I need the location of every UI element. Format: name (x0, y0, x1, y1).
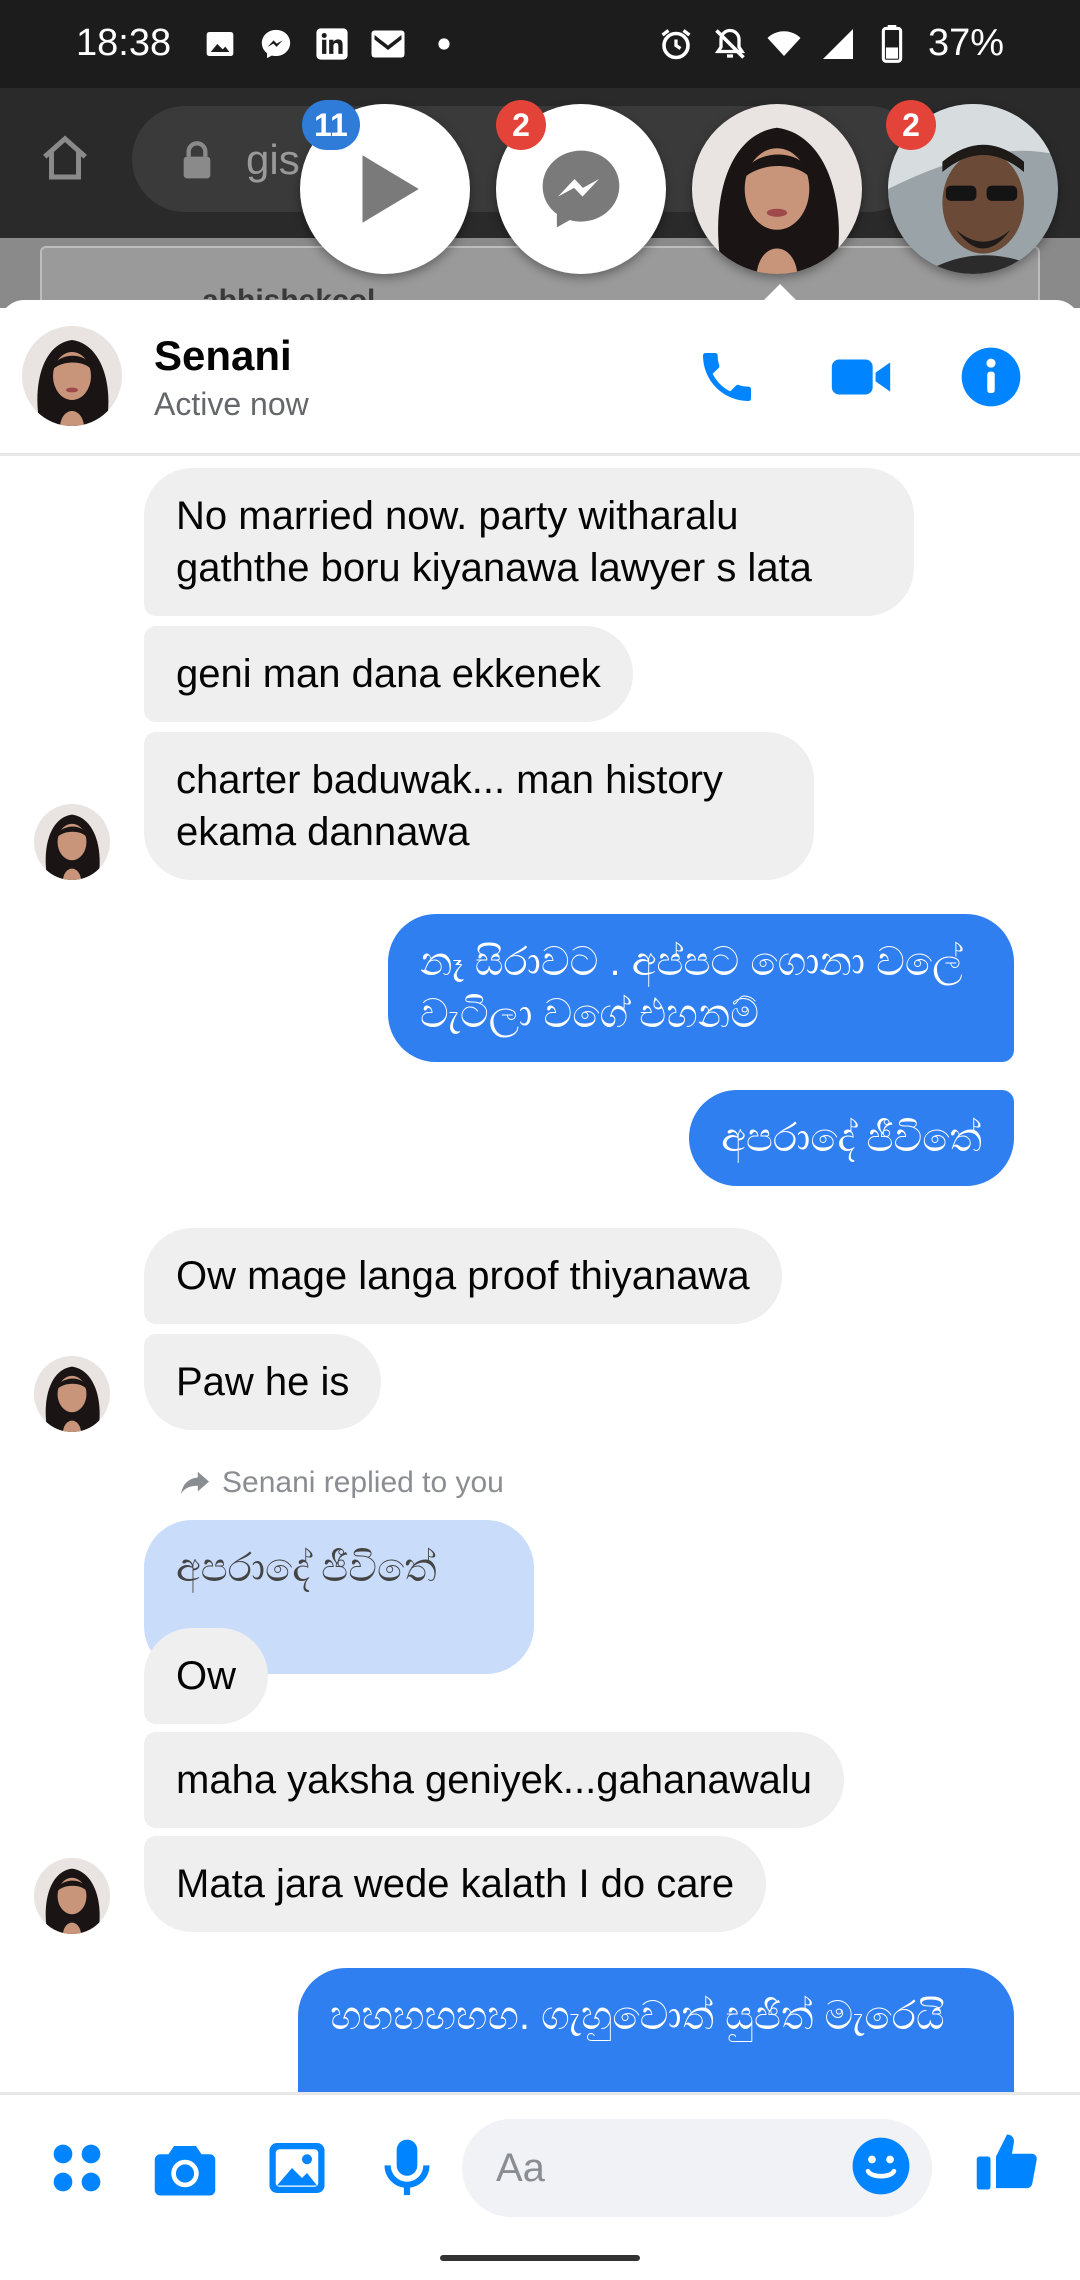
reply-indicator: Senani replied to you (178, 1466, 504, 1500)
reply-indicator-text: Senani replied to you (222, 1466, 504, 1499)
navigation-handle[interactable] (440, 2255, 640, 2261)
home-icon[interactable] (38, 132, 92, 191)
notification-icons (202, 26, 462, 62)
battery-percent: 37% (927, 22, 1004, 64)
chat-head-badge: 2 (496, 100, 546, 150)
message-incoming[interactable]: charter baduwak... man history ekama dan… (144, 732, 814, 880)
avatar[interactable] (34, 1356, 110, 1432)
phone-icon (703, 353, 751, 401)
gallery-button[interactable] (264, 2135, 330, 2201)
chat-head-video[interactable]: 11 (300, 100, 470, 274)
chat-head-badge: 11 (302, 100, 360, 150)
linkedin-icon (314, 26, 350, 62)
system-icons: 37% (658, 22, 1004, 65)
composer (0, 2092, 1080, 2234)
more-actions-button[interactable] (44, 2135, 110, 2201)
message-incoming[interactable]: Mata jara wede kalath I do care (144, 1836, 767, 1932)
message-incoming[interactable]: Paw he is (144, 1334, 382, 1430)
message-incoming[interactable]: maha yaksha geniyek...gahanawalu (144, 1732, 844, 1828)
chat-head-senani[interactable] (692, 104, 862, 274)
url-text: gis (246, 136, 300, 183)
message-incoming[interactable]: Ow mage langa proof thiyanawa (144, 1228, 782, 1324)
avatar[interactable] (34, 1858, 110, 1934)
chat-head-messenger[interactable]: 2 (496, 100, 666, 274)
message-incoming[interactable]: No married now. party witharalu gaththe … (144, 468, 914, 616)
video-camera-icon (831, 359, 891, 395)
mute-icon (712, 26, 748, 62)
play-icon (362, 155, 419, 223)
image-icon (269, 2143, 325, 2193)
message-outgoing[interactable]: හහහහහහ. ගැහුවොත් සුජිත් මැරෙයි (298, 1968, 1014, 2092)
wifi-icon (766, 26, 802, 62)
reply-arrow-icon (181, 1471, 209, 1495)
status-bar: 18:38 37% (0, 0, 1080, 88)
dot-icon (426, 26, 462, 62)
info-icon (961, 347, 1021, 407)
message-outgoing[interactable]: නෑ සිරාවට . අප්පට ගොනා වලේ වැටිලා වගේ එහ… (388, 914, 1014, 1062)
chat-head-badge: 2 (886, 100, 936, 150)
signal-icon (820, 26, 856, 62)
like-button[interactable] (974, 2129, 1040, 2195)
voice-button[interactable] (374, 2135, 440, 2201)
info-button[interactable] (956, 342, 1026, 412)
messenger-icon (542, 150, 620, 228)
message-outgoing[interactable]: අපරාදේ ජීවිතේ (689, 1090, 1014, 1186)
emoji-button[interactable] (848, 2133, 914, 2199)
active-status: Active now (154, 386, 309, 422)
lock-icon (180, 140, 214, 185)
messenger-icon (258, 26, 294, 62)
thumbs-up-icon (976, 2134, 1037, 2190)
avatar[interactable] (34, 804, 110, 880)
message-incoming[interactable]: geni man dana ekkenek (144, 626, 633, 722)
contact-name[interactable]: Senani (154, 332, 292, 380)
chat-head-contact[interactable]: 2 (886, 100, 1058, 274)
grid-dots-icon (53, 2144, 101, 2192)
chat-header: Senani Active now (0, 300, 1080, 456)
alarm-icon (658, 26, 694, 62)
smiley-icon (852, 2137, 910, 2195)
avatar (692, 104, 862, 274)
image-icon (202, 26, 238, 62)
video-call-button[interactable] (826, 342, 896, 412)
gmail-icon (370, 26, 406, 62)
message-incoming[interactable]: Ow (144, 1628, 268, 1724)
camera-button[interactable] (152, 2135, 218, 2201)
status-time: 18:38 (76, 22, 172, 64)
microphone-icon (384, 2139, 430, 2196)
battery-icon (874, 24, 910, 63)
call-button[interactable] (692, 342, 762, 412)
camera-icon (154, 2146, 216, 2196)
avatar[interactable] (22, 326, 122, 426)
